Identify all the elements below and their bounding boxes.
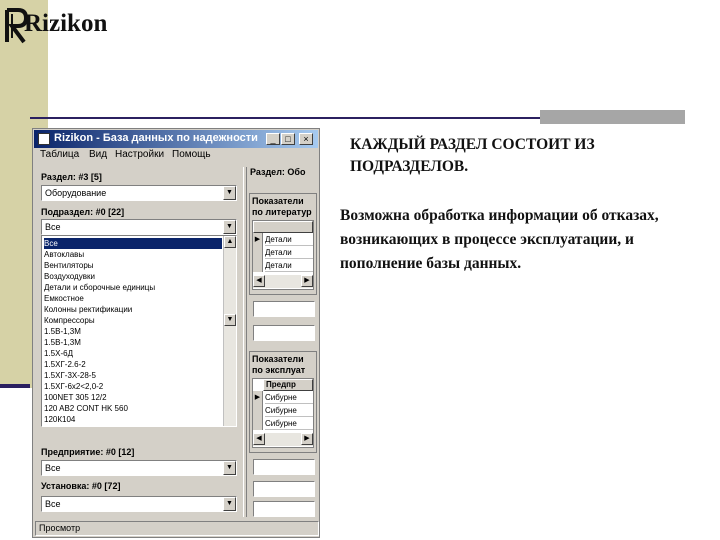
list-item[interactable]: 1.5В-1,3М: [44, 337, 222, 348]
enterprise-combo[interactable]: Все ▼: [41, 460, 237, 476]
slide-heading: КАЖДЫЙ РАЗДЕЛ СОСТОИТ ИЗ ПОДРАЗДЕЛОВ.: [350, 136, 595, 175]
window-title: Rizikon - База данных по надежности \\..…: [54, 132, 260, 144]
list-item[interactable]: 120К104: [44, 414, 222, 425]
row-selector: [253, 404, 263, 417]
row-selector: [253, 417, 263, 430]
enterprise-label: Предприятие: #0 [12]: [41, 447, 135, 457]
enterprise-combo-value: Все: [45, 463, 61, 473]
exp-edit-field-2[interactable]: [253, 481, 315, 497]
list-item[interactable]: 1.5ХГ-2.6-2: [44, 359, 222, 370]
minimize-icon[interactable]: _: [266, 133, 280, 145]
decorative-grey-bar: [540, 110, 685, 124]
literature-title-line1: Показатели: [252, 196, 304, 206]
lit-edit-field-2[interactable]: [253, 325, 315, 341]
section-combo[interactable]: Оборудование ▼: [41, 185, 237, 201]
section-combo-value: Оборудование: [45, 188, 107, 198]
app-icon: [38, 133, 50, 145]
chevron-down-icon[interactable]: ▼: [223, 220, 236, 234]
row-selector: [253, 246, 263, 259]
installation-combo[interactable]: Все ▼: [41, 496, 237, 512]
list-item[interactable]: 100NET 305 12/2: [44, 392, 222, 403]
list-item[interactable]: Компрессоры: [44, 315, 222, 326]
grid-cell[interactable]: Сибурне: [265, 404, 313, 417]
logo-text: Rizikon: [24, 10, 108, 37]
slide-body: Возможна обработка информации об отказах…: [340, 207, 659, 272]
exploitation-panel: Показатели по эксплуат Предпр ▶ Сибурне …: [249, 351, 317, 453]
scroll-left-icon[interactable]: ◀: [253, 275, 265, 287]
chevron-down-icon[interactable]: ▼: [223, 186, 236, 200]
menu-view[interactable]: Вид: [89, 149, 107, 160]
grid-cell[interactable]: Детали: [265, 259, 313, 272]
menu-table[interactable]: Таблица: [40, 149, 79, 160]
menu-help[interactable]: Помощь: [172, 149, 211, 160]
maximize-icon[interactable]: □: [281, 133, 295, 145]
row-selector: [253, 259, 263, 272]
scroll-left-icon[interactable]: ◀: [253, 433, 265, 445]
list-item[interactable]: 1.5В-1,3М: [44, 326, 222, 337]
list-item[interactable]: 1.5Х-6Д: [44, 348, 222, 359]
exploitation-grid[interactable]: Предпр ▶ Сибурне Сибурне Сибурне ◀ ▶: [252, 378, 314, 448]
grid-header[interactable]: Предпр: [263, 379, 313, 391]
chevron-down-icon[interactable]: ▼: [223, 461, 236, 475]
list-item[interactable]: Вентиляторы: [44, 260, 222, 271]
exp-edit-field-1[interactable]: [253, 459, 315, 475]
splitter[interactable]: [243, 167, 247, 517]
horizontal-scrollbar[interactable]: ◀ ▶: [253, 275, 313, 288]
subsection-combo[interactable]: Все ▼: [41, 219, 237, 235]
grid-cell[interactable]: Детали: [265, 246, 313, 259]
scroll-down-icon[interactable]: ▼: [224, 314, 236, 326]
close-icon[interactable]: ×: [299, 133, 313, 145]
exploitation-title-line1: Показатели: [252, 354, 304, 364]
installation-label: Установка: #0 [72]: [41, 481, 121, 491]
scroll-up-icon[interactable]: ▲: [224, 236, 236, 248]
title-bar[interactable]: Rizikon - База данных по надежности \\..…: [34, 130, 318, 148]
menu-settings[interactable]: Настройки: [115, 149, 164, 160]
section-label: Раздел: #3 [5]: [41, 172, 102, 182]
subsection-list[interactable]: Все Автоклавы Вентиляторы Воздуходувки Д…: [41, 235, 237, 427]
list-item[interactable]: Автоклавы: [44, 249, 222, 260]
status-bar: Просмотр: [35, 521, 319, 536]
chevron-down-icon[interactable]: ▼: [223, 497, 236, 511]
list-item[interactable]: Детали и сборочные единицы: [44, 282, 222, 293]
literature-grid[interactable]: ▶ Детали Детали Детали ◀ ▶: [252, 220, 314, 290]
scroll-right-icon[interactable]: ▶: [301, 275, 313, 287]
exp-edit-field-3[interactable]: [253, 501, 315, 517]
list-item[interactable]: Воздуходувки: [44, 271, 222, 282]
list-scrollbar[interactable]: ▲ ▼: [223, 236, 236, 426]
grid-header: [253, 221, 313, 233]
subsection-label: Подраздел: #0 [22]: [41, 207, 125, 217]
list-item[interactable]: Емкостное: [44, 293, 222, 304]
list-item[interactable]: 120 AB2 CONT HK 560: [44, 403, 222, 414]
row-pointer-icon: ▶: [253, 233, 263, 246]
list-item[interactable]: Все: [44, 238, 222, 249]
grid-cell[interactable]: Детали: [265, 233, 313, 246]
list-item[interactable]: 1.5ХГ-3Х-28-5: [44, 370, 222, 381]
list-item[interactable]: 1.5ХГ-6х2<2,0-2: [44, 381, 222, 392]
app-window: Rizikon - База данных по надежности \\..…: [32, 128, 320, 538]
list-item[interactable]: Колонны ректификации: [44, 304, 222, 315]
installation-combo-value: Все: [45, 499, 61, 509]
subsection-combo-value: Все: [45, 222, 61, 232]
horizontal-scrollbar[interactable]: ◀ ▶: [253, 433, 313, 446]
exploitation-title-line2: по эксплуат: [252, 365, 306, 375]
grid-cell[interactable]: Сибурне: [265, 391, 313, 404]
menu-bar: Таблица Вид Настройки Помощь: [35, 149, 317, 163]
lit-edit-field-1[interactable]: [253, 301, 315, 317]
row-pointer-icon: ▶: [253, 391, 263, 404]
literature-title-line2: по литератур: [252, 207, 312, 217]
decorative-navy-bar: [0, 384, 30, 388]
grid-cell[interactable]: Сибурне: [265, 417, 313, 430]
right-section-label: Раздел: Обо: [250, 167, 306, 177]
scroll-right-icon[interactable]: ▶: [301, 433, 313, 445]
literature-panel: Показатели по литератур ▶ Детали Детали …: [249, 193, 317, 295]
